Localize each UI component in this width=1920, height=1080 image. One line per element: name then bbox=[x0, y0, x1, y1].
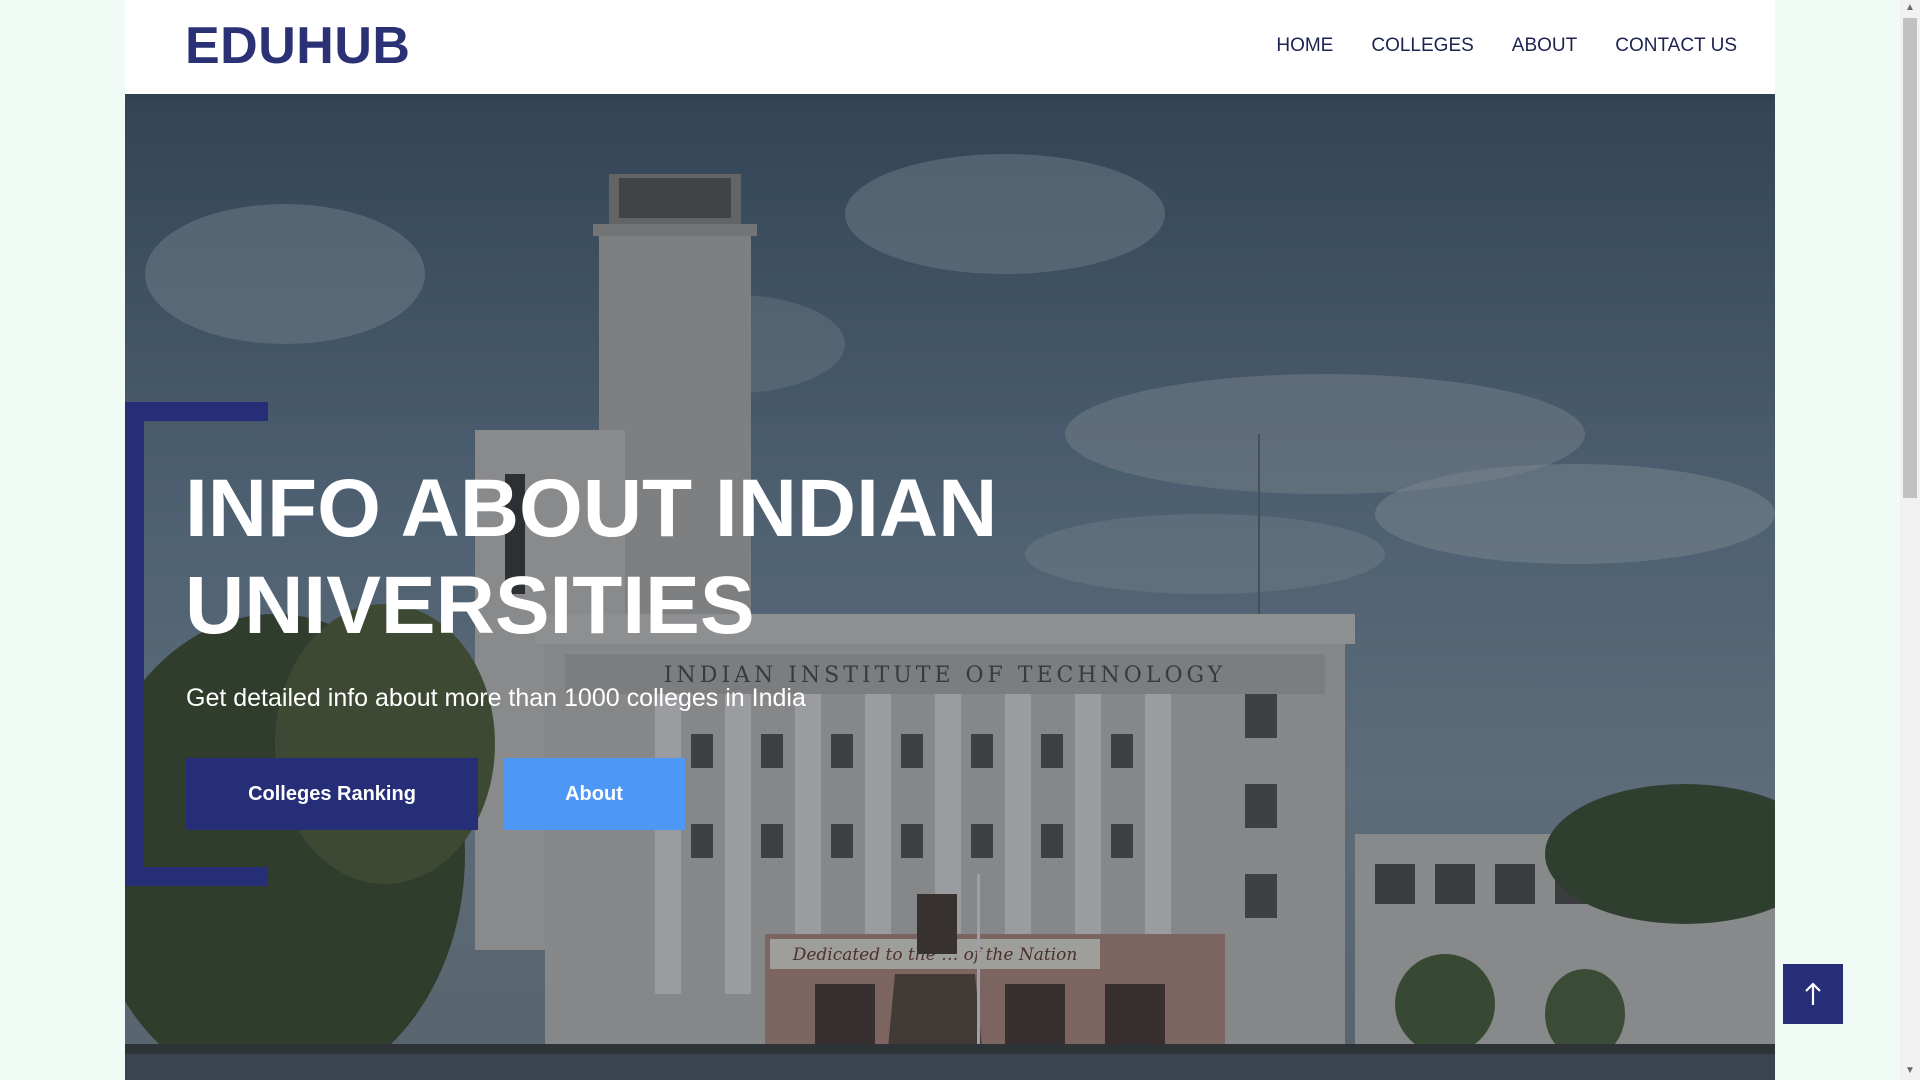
main-nav: HOME COLLEGES ABOUT CONTACT US bbox=[1276, 34, 1737, 58]
hero-title-line-1: INFO ABOUT INDIAN bbox=[185, 463, 998, 554]
scroll-up-arrow-icon[interactable]: ▲ bbox=[1904, 3, 1916, 13]
nav-link-contact[interactable]: CONTACT US bbox=[1615, 34, 1737, 58]
scroll-to-top-button[interactable] bbox=[1783, 964, 1843, 1024]
hero-bracket-left bbox=[125, 402, 144, 886]
colleges-ranking-button[interactable]: Colleges Ranking bbox=[186, 758, 478, 830]
scrollbar-thumb[interactable] bbox=[1903, 18, 1917, 498]
page-container: EDUHUB HOME COLLEGES ABOUT CONTACT US IN… bbox=[125, 0, 1775, 1080]
hero-title-line-2: UNIVERSITIES bbox=[185, 560, 755, 651]
hero-bracket-top bbox=[125, 402, 268, 421]
top-navbar: EDUHUB HOME COLLEGES ABOUT CONTACT US bbox=[125, 0, 1775, 94]
nav-link-colleges[interactable]: COLLEGES bbox=[1371, 34, 1473, 58]
hero-bracket-bottom bbox=[125, 867, 268, 886]
site-logo[interactable]: EDUHUB bbox=[185, 16, 410, 76]
nav-link-home[interactable]: HOME bbox=[1276, 34, 1333, 58]
about-button[interactable]: About bbox=[503, 758, 685, 830]
vertical-scrollbar[interactable]: ▲ ▼ bbox=[1900, 0, 1920, 1080]
hero-title: INFO ABOUT INDIAN UNIVERSITIES bbox=[185, 460, 1085, 654]
hero-subtitle: Get detailed info about more than 1000 c… bbox=[186, 684, 806, 712]
nav-link-about[interactable]: ABOUT bbox=[1512, 34, 1577, 58]
scroll-down-arrow-icon[interactable]: ▼ bbox=[1904, 1066, 1916, 1076]
arrow-up-icon bbox=[1805, 982, 1821, 1005]
hero-section: INDIAN INSTITUTE OF TECHNOLOGY Dedicated… bbox=[125, 94, 1775, 1080]
